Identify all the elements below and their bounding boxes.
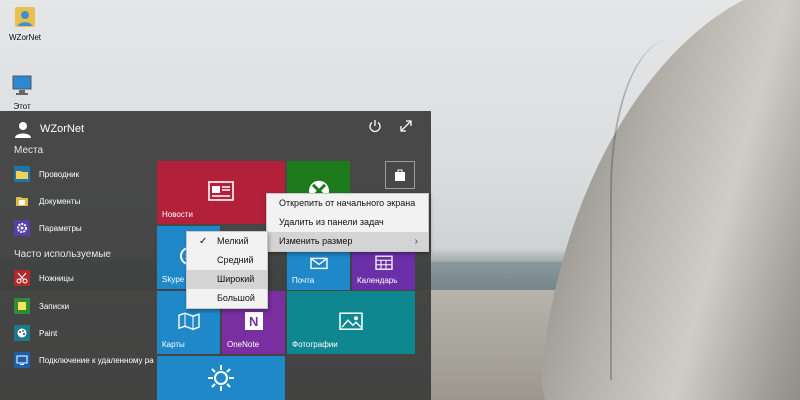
frequent-item-sticky-notes[interactable]: Записки <box>14 297 154 315</box>
menu-item-label: Изменить размер <box>279 236 353 246</box>
menu-item-unpin-taskbar[interactable]: Удалить из панели задач <box>267 213 428 232</box>
size-option-label: Большой <box>217 293 255 303</box>
frequent-item-remote-desktop[interactable]: Подключение к удаленному ра <box>14 351 164 369</box>
places-item-label: Документы <box>39 196 81 206</box>
places-item-documents[interactable]: Документы <box>14 192 154 210</box>
paint-icon <box>14 325 30 341</box>
calendar-icon <box>374 255 393 270</box>
frequent-header: Часто используемые <box>14 249 111 260</box>
resize-submenu: ✓ Мелкий Средний Широкий Большой <box>186 231 268 309</box>
desktop-icon-label: WZorNet <box>9 33 41 42</box>
sticky-notes-icon <box>14 298 30 314</box>
places-item-label: Проводник <box>39 169 80 179</box>
places-item-label: Параметры <box>39 223 82 233</box>
tile-label: Карты <box>162 340 185 349</box>
frequent-item-snipping[interactable]: Ножницы <box>14 269 154 287</box>
menu-item-unpin-start[interactable]: Открепить от начального экрана <box>267 194 428 213</box>
size-option-label: Широкий <box>217 274 255 284</box>
size-option-medium[interactable]: Средний <box>187 251 267 270</box>
gear-icon <box>14 220 30 236</box>
expand-icon[interactable] <box>398 118 414 134</box>
desktop-icon-user[interactable]: WZorNet <box>3 3 47 42</box>
seawall-edge <box>610 40 670 380</box>
places-item-explorer[interactable]: Проводник <box>14 165 154 183</box>
tile-label: Почта <box>292 276 315 285</box>
size-option-large[interactable]: Большой <box>187 289 267 308</box>
tile-label: Skype <box>162 275 185 284</box>
tile-label: Календарь <box>357 276 398 285</box>
tile-weather[interactable] <box>157 356 285 400</box>
svg-text:N: N <box>249 314 258 329</box>
user-folder-icon <box>15 7 35 27</box>
store-icon <box>395 169 405 181</box>
size-option-small[interactable]: ✓ Мелкий <box>187 232 267 251</box>
checkmark-icon: ✓ <box>199 236 208 247</box>
size-option-label: Мелкий <box>217 236 249 246</box>
frequent-item-label: Paint <box>39 328 58 338</box>
power-icon[interactable] <box>367 118 383 134</box>
scissors-icon <box>14 270 30 286</box>
folder-icon <box>14 166 30 182</box>
frequent-item-label: Записки <box>39 301 70 311</box>
mail-icon <box>309 257 328 270</box>
frequent-item-label: Подключение к удаленному ра <box>39 355 154 365</box>
places-header: Места <box>14 145 44 156</box>
desktop-icon-this-pc[interactable]: Этот <box>0 72 44 111</box>
places-item-settings[interactable]: Параметры <box>14 219 154 237</box>
user-account[interactable]: WZorNet <box>14 119 84 139</box>
desktop-icon-label: Этот <box>13 102 31 111</box>
tile-label: Фотографии <box>292 340 338 349</box>
menu-item-resize[interactable]: Изменить размер › <box>267 232 428 251</box>
computer-icon <box>12 75 32 95</box>
onenote-icon: N <box>244 311 263 330</box>
user-avatar-icon <box>15 122 31 138</box>
tile-context-menu: Открепить от начального экрана Удалить и… <box>266 193 429 252</box>
frequent-item-label: Ножницы <box>39 273 74 283</box>
map-icon <box>177 311 200 330</box>
size-option-label: Средний <box>217 255 254 265</box>
tile-label: OneNote <box>227 340 260 349</box>
user-name: WZorNet <box>40 123 84 135</box>
frequent-item-paint[interactable]: Paint <box>14 324 154 342</box>
chevron-right-icon: › <box>414 236 418 247</box>
documents-icon <box>14 193 30 209</box>
tile-store[interactable] <box>385 161 415 189</box>
remote-desktop-icon <box>14 352 30 368</box>
news-icon <box>208 180 234 201</box>
photos-icon <box>339 311 363 330</box>
sun-icon <box>208 365 234 391</box>
tile-label: Новости <box>162 210 193 219</box>
tile-photos[interactable]: Фотографии <box>287 291 415 354</box>
size-option-wide[interactable]: Широкий <box>187 270 267 289</box>
